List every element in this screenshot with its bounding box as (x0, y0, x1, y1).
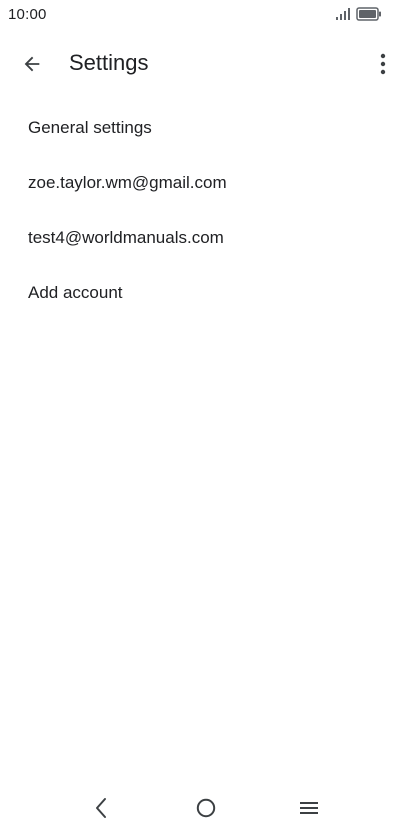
nav-home-button[interactable] (192, 794, 220, 822)
more-options-button[interactable] (368, 46, 398, 82)
back-arrow-icon (24, 56, 40, 72)
account-email-label: zoe.taylor.wm@gmail.com (28, 172, 227, 192)
account-email-label: test4@worldmanuals.com (28, 227, 224, 247)
nav-home-icon (196, 798, 216, 818)
add-account-label: Add account (28, 282, 123, 302)
settings-list: General settings zoe.taylor.wm@gmail.com… (0, 100, 413, 320)
nav-recents-button[interactable] (295, 794, 323, 822)
general-settings-label: General settings (28, 117, 152, 137)
page-title: Settings (69, 50, 149, 75)
account-item-zoe-taylor[interactable]: zoe.taylor.wm@gmail.com (0, 155, 413, 210)
nav-back-icon (96, 798, 106, 818)
general-settings-item[interactable]: General settings (0, 100, 413, 155)
add-account-item[interactable]: Add account (0, 265, 413, 320)
status-bar: 10:00 (0, 0, 413, 30)
navigation-bar (0, 780, 413, 835)
more-vert-icon (380, 53, 386, 75)
nav-recents-icon (300, 802, 318, 814)
status-time: 10:00 (8, 6, 47, 23)
nav-back-button[interactable] (87, 794, 115, 822)
back-button[interactable] (14, 46, 50, 82)
app-bar: Settings (0, 38, 413, 90)
signal-icon (336, 8, 350, 20)
account-item-test4[interactable]: test4@worldmanuals.com (0, 210, 413, 265)
battery-icon (356, 7, 381, 21)
